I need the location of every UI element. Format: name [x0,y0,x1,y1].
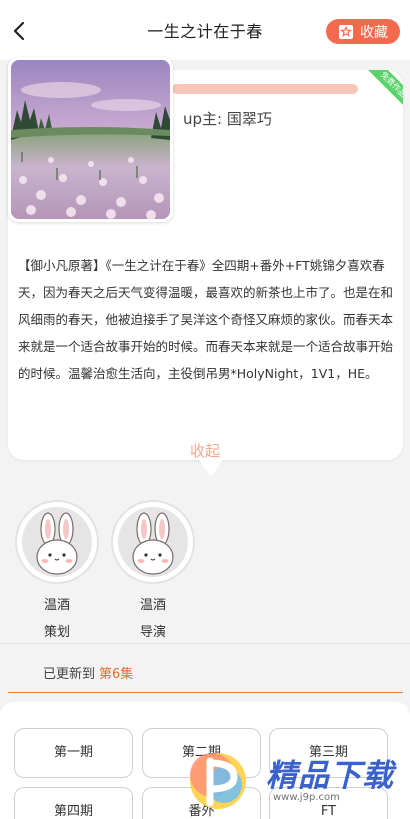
update-status: 已更新到 第6集 [0,643,410,698]
staff-name: 温酒 [139,598,166,613]
episode-button[interactable]: 第四期 [14,787,133,819]
watermark: 精品下载 www.j9p.com [178,745,408,815]
avatar [111,500,195,584]
up-author: up主: 国翠巧 [183,110,272,128]
watermark-logo-icon [190,753,246,809]
watermark-url: www.j9p.com [273,792,340,803]
latest-episode: 第6集 [99,667,134,682]
divider [8,692,403,693]
staff-item[interactable]: 温酒 策划 [14,500,100,640]
book-description: 【御小凡原著】《一生之计在于春》全四期+番外+FT姚锦夕喜欢春天，因为春天之后天… [18,258,394,381]
watermark-text: 精品下载 [266,758,394,794]
favorite-button[interactable]: 收藏 [326,19,400,44]
progress-bar [172,84,358,94]
staff-name: 温酒 [43,598,70,613]
bunny-icon [36,512,78,575]
staff-item[interactable]: 温酒 导演 [110,500,196,640]
free-badge-label: 免费作品 [366,70,403,112]
favorite-label: 收藏 [360,24,388,41]
update-text: 已更新到 第6集 [43,663,133,682]
free-badge: 免费作品 [361,70,403,112]
avatar [15,500,99,584]
staff-role: 策划 [43,625,70,640]
cover-image[interactable] [8,57,173,222]
update-prefix: 已更新到 [43,667,96,682]
top-bar: 一生之计在于春 收藏 [0,0,410,60]
bunny-icon [132,512,174,575]
staff-role: 导演 [139,625,166,640]
collapse-button[interactable]: 收起 [0,440,410,461]
episode-button[interactable]: 第一期 [14,728,133,778]
star-icon [339,24,353,39]
